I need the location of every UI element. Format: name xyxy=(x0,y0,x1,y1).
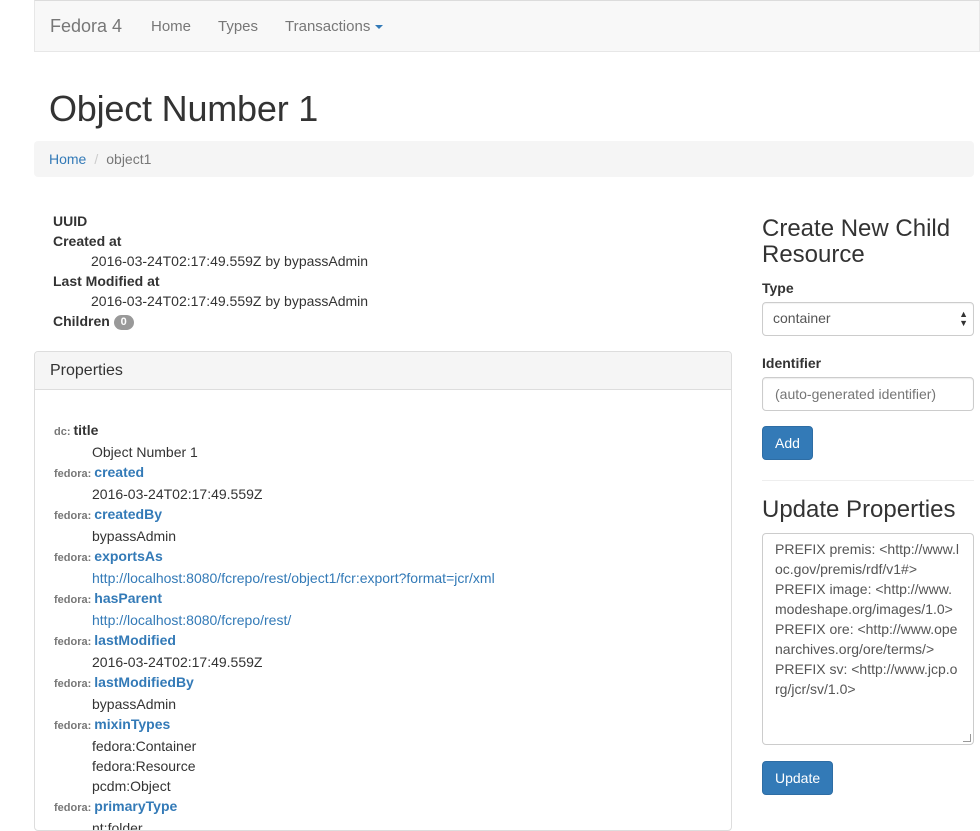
property-value: bypassAdmin xyxy=(92,528,177,544)
property-name: title xyxy=(73,422,99,438)
property-name-line: fedora: hasParent xyxy=(54,588,712,610)
property-name[interactable]: exportsAs xyxy=(94,548,162,564)
property-value-link[interactable]: http://localhost:8080/fcrepo/rest/ xyxy=(92,612,291,628)
update-properties-textarea[interactable]: PREFIX premis: <http://www.loc.gov/premi… xyxy=(762,533,974,745)
add-button[interactable]: Add xyxy=(762,426,813,460)
type-select-value: container xyxy=(773,310,831,326)
property-name[interactable]: hasParent xyxy=(94,590,162,606)
property-prefix: fedora: xyxy=(54,468,92,480)
children-label: Children xyxy=(53,313,110,329)
nav-transactions-dropdown[interactable]: Transactions xyxy=(285,18,384,35)
property-prefix: fedora: xyxy=(54,510,92,522)
property-value: 2016-03-24T02:17:49.559Z xyxy=(92,654,263,670)
right-column: Create New Child Resource Type container… xyxy=(762,216,974,795)
update-properties-heading: Update Properties xyxy=(762,496,956,523)
breadcrumb-current: object1 xyxy=(106,151,152,167)
property-row: fedora: lastModified 2016-03-24T02:17:49.5… xyxy=(54,630,712,672)
type-label: Type xyxy=(762,280,794,296)
property-prefix: fedora: xyxy=(54,720,92,732)
property-value: 2016-03-24T02:17:49.559Z xyxy=(92,486,263,502)
modified-label: Last Modified at xyxy=(53,273,160,289)
children-count-badge: 0 xyxy=(113,314,134,330)
caret-down-icon xyxy=(375,25,384,30)
property-name[interactable]: mixinTypes xyxy=(94,716,170,732)
property-name-line: fedora: lastModifiedBy xyxy=(54,672,712,694)
identifier-label: Identifier xyxy=(762,355,822,371)
property-value: nt:folder xyxy=(92,820,143,831)
property-value: fedora:Resource xyxy=(92,758,196,774)
properties-heading: Properties xyxy=(35,352,731,390)
property-name[interactable]: primaryType xyxy=(94,798,177,814)
breadcrumb: Home / object1 xyxy=(34,141,974,177)
property-value: Object Number 1 xyxy=(92,444,198,460)
property-value-row: http://localhost:8080/fcrepo/rest/ xyxy=(92,610,712,630)
property-row: fedora: primaryType nt:folder xyxy=(54,796,712,831)
property-name[interactable]: createdBy xyxy=(94,506,162,522)
resize-handle-icon[interactable] xyxy=(963,734,971,742)
property-name-line: dc: title xyxy=(54,420,712,442)
property-name-line: fedora: mixinTypes xyxy=(54,714,712,736)
property-row: fedora: hasParent http://localhost:8080/fc… xyxy=(54,588,712,630)
update-properties-text: PREFIX premis: <http://www.loc.gov/premi… xyxy=(775,541,959,697)
property-prefix: fedora: xyxy=(54,552,92,564)
property-row: fedora: created 2016-03-24T02:17:49.559Z xyxy=(54,462,712,504)
property-name-line: fedora: exportsAs xyxy=(54,546,712,568)
property-value: pcdm:Object xyxy=(92,778,171,794)
property-row: fedora: lastModifiedBy bypassAdmin xyxy=(54,672,712,714)
top-navbar: Fedora 4 Home Types Transactions xyxy=(34,0,980,52)
property-name[interactable]: created xyxy=(94,464,144,480)
nav-types-link[interactable]: Types xyxy=(218,18,258,35)
property-name[interactable]: lastModified xyxy=(94,632,176,648)
property-name-line: fedora: lastModified xyxy=(54,630,712,652)
created-label: Created at xyxy=(53,233,122,249)
property-row: dc: title Object Number 1 xyxy=(54,420,712,462)
property-value: fedora:Container xyxy=(92,738,197,754)
property-row: fedora: mixinTypes fedora:Container fedora:… xyxy=(54,714,712,796)
resource-metadata: UUID Created at 2016-03-24T02:17:49.559Z… xyxy=(53,211,368,331)
property-value-link[interactable]: http://localhost:8080/fcrepo/rest/object… xyxy=(92,570,495,586)
created-value: 2016-03-24T02:17:49.559Z by bypassAdmin xyxy=(91,253,369,269)
nav-home-link[interactable]: Home xyxy=(151,18,191,35)
property-prefix: fedora: xyxy=(54,678,92,690)
page-title: Object Number 1 xyxy=(49,88,319,129)
uuid-label: UUID xyxy=(53,213,88,229)
properties-panel: Properties dc: title Object Number 1 fedora… xyxy=(34,351,732,831)
property-prefix: dc: xyxy=(54,426,71,438)
identifier-input[interactable] xyxy=(762,377,974,411)
property-name[interactable]: lastModifiedBy xyxy=(94,674,194,690)
modified-value: 2016-03-24T02:17:49.559Z by bypassAdmin xyxy=(91,293,369,309)
type-select[interactable]: container ▲ ▼ xyxy=(762,302,974,336)
children-row: Children 0 xyxy=(53,311,368,331)
properties-list: dc: title Object Number 1 fedora: created 201… xyxy=(35,390,731,831)
property-value: bypassAdmin xyxy=(92,696,177,712)
property-prefix: fedora: xyxy=(54,594,92,606)
section-divider xyxy=(762,480,974,481)
property-row: fedora: createdBy bypassAdmin xyxy=(54,504,712,546)
property-prefix: fedora: xyxy=(54,802,92,814)
property-value-row: http://localhost:8080/fcrepo/rest/object… xyxy=(92,568,712,588)
brand-link[interactable]: Fedora 4 xyxy=(50,16,122,37)
breadcrumb-home-link[interactable]: Home xyxy=(49,151,86,167)
select-arrows-icon: ▲ ▼ xyxy=(959,309,968,328)
property-name-line: fedora: primaryType xyxy=(54,796,712,818)
nav-transactions-label: Transactions xyxy=(285,18,371,35)
property-prefix: fedora: xyxy=(54,636,92,648)
update-button[interactable]: Update xyxy=(762,761,834,795)
breadcrumb-separator: / xyxy=(94,151,99,167)
property-row: fedora: exportsAs http://localhost:8080/fc… xyxy=(54,546,712,588)
property-name-line: fedora: created xyxy=(54,462,712,484)
create-child-heading: Create New Child Resource xyxy=(762,215,951,268)
property-name-line: fedora: createdBy xyxy=(54,504,712,526)
